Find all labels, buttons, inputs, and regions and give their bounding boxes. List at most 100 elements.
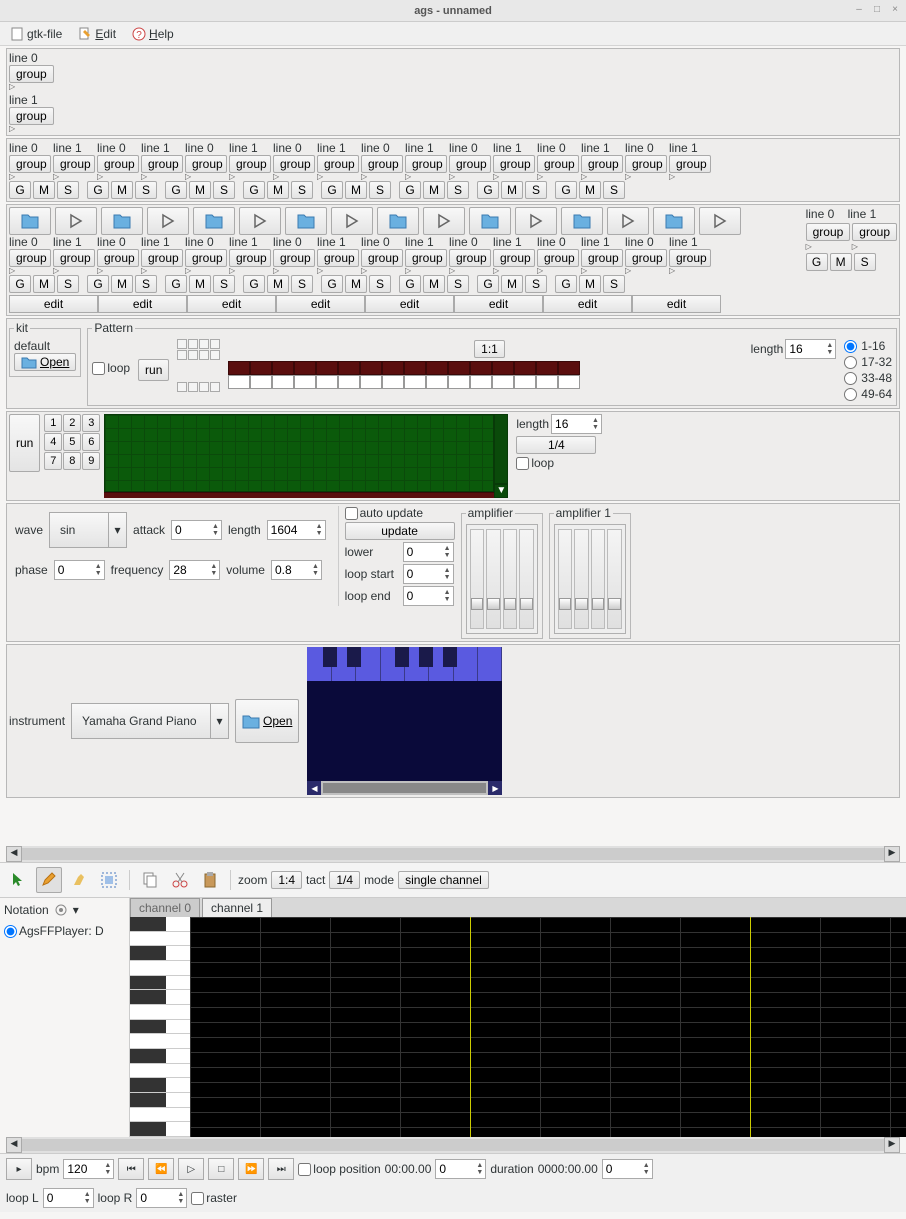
editor-scrollbar[interactable]: ◀▶ — [6, 1137, 900, 1153]
pattern-step[interactable] — [338, 375, 360, 389]
group-button[interactable]: group — [581, 155, 623, 173]
expand-icon[interactable]: ▷ — [9, 267, 51, 275]
s-button[interactable]: S — [57, 181, 79, 199]
seq-loop-checkbox[interactable]: loop — [516, 456, 602, 470]
expand-icon[interactable]: ▷ — [97, 173, 139, 181]
edit-button[interactable]: edit — [187, 295, 276, 313]
edit-button[interactable]: edit — [454, 295, 543, 313]
group-button[interactable]: group — [537, 155, 579, 173]
play-icon-button[interactable] — [423, 207, 465, 235]
lower-spinbox[interactable]: ▲▼ — [403, 542, 454, 562]
expand-icon[interactable]: ▷ — [185, 173, 227, 181]
group-button[interactable]: group — [405, 249, 447, 267]
m-button[interactable]: M — [345, 275, 367, 293]
run-button[interactable]: run — [9, 414, 40, 472]
group-button[interactable]: group — [97, 155, 139, 173]
numpad-button-4[interactable]: 4 — [44, 433, 62, 451]
g-button[interactable]: G — [243, 275, 265, 293]
expand-icon[interactable]: ▷ — [405, 267, 447, 275]
pattern-step[interactable] — [470, 361, 492, 375]
expand-icon[interactable]: ▷ — [317, 173, 359, 181]
g-button[interactable]: G — [87, 181, 109, 199]
g-button[interactable]: G — [399, 275, 421, 293]
expand-icon[interactable]: ▷ — [229, 267, 271, 275]
zoom-value-button[interactable]: 1:4 — [271, 871, 302, 889]
paste-icon[interactable] — [197, 867, 223, 893]
g-button[interactable]: G — [555, 275, 577, 293]
menu-file[interactable]: gtk-file — [4, 25, 68, 43]
file-icon-button[interactable] — [9, 207, 51, 235]
expand-icon[interactable]: ▷ — [9, 125, 15, 133]
pattern-step[interactable] — [360, 375, 382, 389]
g-button[interactable]: G — [555, 181, 577, 199]
loop-position-checkbox[interactable]: loop position — [298, 1162, 380, 1176]
pattern-step[interactable] — [492, 361, 514, 375]
pattern-step[interactable] — [294, 361, 316, 375]
pencil-icon[interactable] — [36, 867, 62, 893]
amplifier-1-sliders[interactable] — [554, 524, 626, 634]
expand-icon[interactable]: ▷ — [449, 173, 491, 181]
sequencer-scrollbar[interactable]: ▼ — [494, 414, 508, 498]
rewind-icon[interactable]: ⏪ — [148, 1158, 174, 1180]
g-button[interactable]: G — [243, 181, 265, 199]
minimize-icon[interactable]: – — [852, 4, 866, 18]
instrument-scrollbar[interactable]: ◀▶ — [307, 781, 502, 795]
volume-spinbox[interactable]: ▲▼ — [271, 560, 322, 580]
auto-update-checkbox[interactable]: auto update — [345, 506, 455, 520]
loop-position-spinbox[interactable]: ▲▼ — [435, 1159, 486, 1179]
play-icon-button[interactable] — [331, 207, 373, 235]
g-button[interactable]: G — [9, 181, 31, 199]
play-icon-button[interactable] — [55, 207, 97, 235]
length-spinbox[interactable]: ▲▼ — [785, 339, 836, 359]
group-button[interactable]: group — [273, 155, 315, 173]
play-icon-button[interactable] — [699, 207, 741, 235]
expand-icon[interactable]: ▷ — [493, 173, 535, 181]
copy-icon[interactable] — [137, 867, 163, 893]
s-button[interactable]: S — [854, 253, 876, 271]
expand-icon[interactable]: ▷ — [537, 173, 579, 181]
s-button[interactable]: S — [525, 275, 547, 293]
edit-button[interactable]: edit — [98, 295, 187, 313]
group-button[interactable]: group — [806, 223, 851, 241]
tab-channel-1[interactable]: channel 1 — [202, 898, 272, 917]
phase-spinbox[interactable]: ▲▼ — [54, 560, 105, 580]
m-button[interactable]: M — [189, 181, 211, 199]
tact-value-button[interactable]: 1/4 — [329, 871, 360, 889]
s-button[interactable]: S — [135, 275, 157, 293]
file-icon-button[interactable] — [653, 207, 695, 235]
group-button[interactable]: group — [493, 249, 535, 267]
s-button[interactable]: S — [135, 181, 157, 199]
numpad-button-2[interactable]: 2 — [63, 414, 81, 432]
numpad-button-7[interactable]: 7 — [44, 452, 62, 470]
wave-dropdown[interactable]: sin ▾ — [49, 512, 127, 548]
group-button[interactable]: group — [9, 107, 54, 125]
frequency-spinbox[interactable]: ▲▼ — [169, 560, 220, 580]
m-button[interactable]: M — [33, 275, 55, 293]
expand-icon[interactable]: ▷ — [449, 267, 491, 275]
expand-icon[interactable]: ▷ — [141, 173, 183, 181]
group-button[interactable]: group — [361, 155, 403, 173]
expand-icon[interactable]: ▷ — [273, 267, 315, 275]
expand-icon[interactable]: ▷ — [405, 173, 447, 181]
edit-button[interactable]: edit — [9, 295, 98, 313]
s-button[interactable]: S — [291, 275, 313, 293]
group-button[interactable]: group — [537, 249, 579, 267]
group-button[interactable]: group — [229, 155, 271, 173]
bpm-spinbox[interactable]: ▲▼ — [63, 1159, 114, 1179]
kit-open-button[interactable]: Open — [14, 353, 76, 371]
numpad-button-6[interactable]: 6 — [82, 433, 100, 451]
pattern-step[interactable] — [360, 361, 382, 375]
expand-icon[interactable]: ▷ — [229, 173, 271, 181]
pattern-step[interactable] — [426, 361, 448, 375]
g-button[interactable]: G — [321, 181, 343, 199]
seq-ratio-button[interactable]: 1/4 — [516, 436, 596, 454]
group-button[interactable]: group — [625, 155, 667, 173]
numpad-button-3[interactable]: 3 — [82, 414, 100, 432]
file-icon-button[interactable] — [285, 207, 327, 235]
s-button[interactable]: S — [525, 181, 547, 199]
play-pointer-icon[interactable]: ▸ — [6, 1158, 32, 1180]
expand-icon[interactable]: ▷ — [581, 267, 623, 275]
g-button[interactable]: G — [806, 253, 828, 271]
group-button[interactable]: group — [669, 249, 711, 267]
expand-icon[interactable]: ▷ — [53, 173, 95, 181]
